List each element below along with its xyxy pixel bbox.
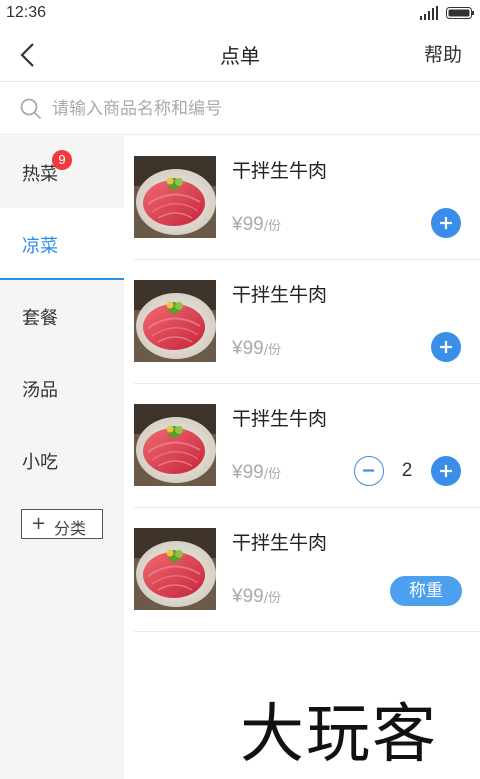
- dish-name: 干拌生牛肉: [232, 532, 328, 554]
- sidebar-item-label: 套餐: [22, 308, 58, 329]
- weigh-button[interactable]: 称重: [390, 576, 462, 606]
- minus-icon: [363, 469, 374, 472]
- plus-icon: [440, 217, 452, 229]
- decrease-quantity-button[interactable]: [354, 456, 384, 486]
- count-badge: 9: [52, 150, 72, 170]
- price-unit: /份: [263, 467, 282, 482]
- sidebar-item-set-meals[interactable]: 套餐: [0, 280, 124, 352]
- dish-photo: [134, 156, 216, 238]
- dish-name: 干拌生牛肉: [232, 284, 328, 306]
- divider: [134, 631, 480, 632]
- menu-item[interactable]: 干拌生牛肉 ¥99/份 2: [124, 384, 480, 508]
- signal-icon: [420, 6, 438, 20]
- plus-icon: +: [31, 513, 47, 534]
- status-time: 12:36: [6, 4, 47, 21]
- category-sidebar: 热菜 9 凉菜 套餐 汤品 小吃 + 分类: [0, 136, 124, 779]
- price-value: ¥99: [232, 462, 264, 483]
- sidebar-item-hot-dishes[interactable]: 热菜 9: [0, 136, 124, 208]
- price-unit: /份: [263, 219, 282, 234]
- dish-price: ¥99/份: [232, 214, 281, 236]
- help-button[interactable]: 帮助: [424, 40, 462, 67]
- price-value: ¥99: [232, 338, 264, 359]
- watermark-logo: 大玩客: [240, 698, 438, 772]
- dish-photo: [134, 528, 216, 610]
- menu-item[interactable]: 干拌生牛肉 ¥99/份: [124, 260, 480, 384]
- quantity-value: 2: [401, 460, 413, 481]
- price-unit: /份: [263, 591, 282, 606]
- status-bar: 12:36: [0, 0, 480, 28]
- battery-icon: [446, 7, 474, 19]
- search-bar: [0, 83, 480, 135]
- price-unit: /份: [263, 343, 282, 358]
- sidebar-item-label: 凉菜: [22, 236, 58, 257]
- dish-price: ¥99/份: [232, 338, 281, 360]
- dish-price: ¥99/份: [232, 586, 281, 608]
- menu-item[interactable]: 干拌生牛肉 ¥99/份 称重: [124, 508, 480, 632]
- sidebar-item-snacks[interactable]: 小吃: [0, 424, 124, 496]
- search-icon: [20, 98, 42, 120]
- sidebar-item-label: 小吃: [22, 452, 58, 473]
- increase-quantity-button[interactable]: [431, 456, 461, 486]
- sidebar-item-soups[interactable]: 汤品: [0, 352, 124, 424]
- price-value: ¥99: [232, 214, 264, 235]
- dish-name: 干拌生牛肉: [232, 408, 328, 430]
- add-to-order-button[interactable]: [431, 332, 461, 362]
- dish-photo: [134, 280, 216, 362]
- add-to-order-button[interactable]: [431, 208, 461, 238]
- dish-price: ¥99/份: [232, 462, 281, 484]
- plus-icon: [440, 341, 452, 353]
- dish-photo: [134, 404, 216, 486]
- plus-icon: [440, 465, 452, 477]
- price-value: ¥99: [232, 586, 264, 607]
- dish-name: 干拌生牛肉: [232, 160, 328, 182]
- sidebar-item-cold-dishes[interactable]: 凉菜: [0, 208, 124, 280]
- sidebar-item-label: 汤品: [22, 380, 58, 401]
- search-input[interactable]: [52, 94, 452, 124]
- nav-bar: 点单 帮助: [0, 28, 480, 82]
- menu-item[interactable]: 干拌生牛肉 ¥99/份: [124, 136, 480, 260]
- add-category-button[interactable]: + 分类: [21, 509, 103, 539]
- page-title: 点单: [220, 44, 260, 68]
- add-category-label: 分类: [54, 519, 87, 538]
